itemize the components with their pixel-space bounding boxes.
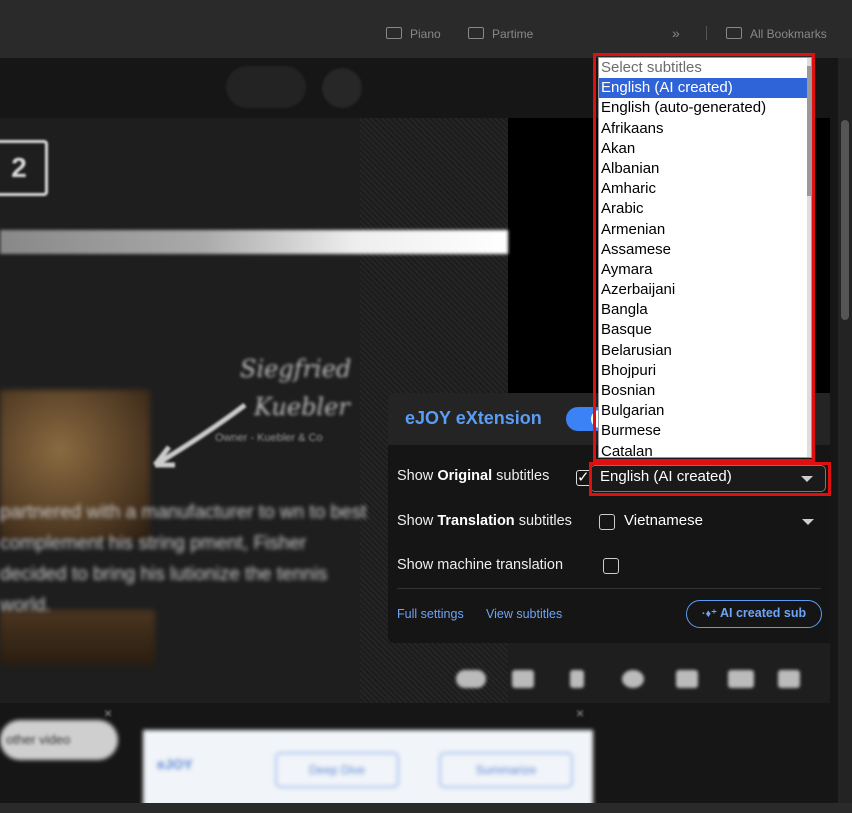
search-button[interactable] [226, 66, 306, 108]
video-caption-text: partnered with a manufacturer to wn to b… [0, 502, 367, 616]
close-icon[interactable]: × [104, 705, 112, 721]
page-scrollbar-thumb[interactable] [841, 120, 849, 320]
theater-icon[interactable] [728, 670, 754, 688]
show-translation-subtitles-label: Show Translation subtitles [397, 513, 572, 529]
full-settings-link[interactable]: Full settings [397, 607, 464, 621]
ejoy-drop-icon[interactable] [570, 670, 584, 688]
summarize-button[interactable]: Summarize [439, 752, 573, 788]
ai-created-sub-button[interactable]: ·♦⁺ AI created sub [686, 600, 822, 628]
blurred-bookmarks [0, 26, 360, 40]
close-icon[interactable]: × [576, 705, 584, 721]
signature-name: Siegfried Kuebler [240, 350, 351, 427]
original-bold: Original [437, 468, 493, 484]
fullscreen-icon[interactable] [778, 670, 800, 688]
number-badge: 2 [0, 140, 48, 196]
ejoy-summary-card: eJOY Deep Dive Summarize [143, 730, 593, 808]
ejoy-card-brand: eJOY [157, 756, 193, 772]
other-video-pill-label: other video [6, 732, 71, 747]
show-original-subtitles-label: Show Original subtitles [397, 468, 549, 484]
show-machine-translation-checkbox[interactable] [603, 558, 619, 574]
signature-last-name: Kuebler [254, 393, 350, 422]
translation-language-select[interactable]: Vietnamese [624, 512, 703, 529]
show-translation-checkbox[interactable] [599, 514, 615, 530]
bookmarks-overflow-button[interactable]: » [672, 25, 680, 41]
bookmark-folder-partime[interactable]: Partime [468, 27, 533, 41]
gear-icon[interactable] [622, 670, 644, 688]
cc-icon[interactable] [512, 670, 534, 688]
translation-prefix: Show [397, 513, 438, 529]
mic-icon[interactable] [322, 68, 362, 108]
show-machine-translation-label: Show machine translation [397, 557, 564, 573]
sparkle-drop-icon: ·♦⁺ [701, 608, 720, 620]
bookmarks-separator [706, 26, 707, 40]
bookmark-folder-piano[interactable]: Piano [386, 27, 441, 41]
chevron-down-icon[interactable] [802, 519, 814, 525]
signature-first-name: Siegfried [240, 355, 352, 383]
translation-suffix: subtitles [514, 513, 572, 529]
ejoy-panel-title: eJOY eXtension [405, 408, 542, 428]
highlight-dropdown-box [593, 53, 815, 462]
highlight-select-box [589, 462, 831, 496]
all-bookmarks-button[interactable]: All Bookmarks [726, 27, 827, 41]
miniplayer-icon[interactable] [676, 670, 698, 688]
deep-dive-button[interactable]: Deep Dive [275, 752, 399, 788]
view-subtitles-link[interactable]: View subtitles [486, 607, 562, 621]
ejoy-panel-divider [397, 588, 821, 589]
arrow-icon [153, 402, 247, 468]
autoplay-toggle-icon[interactable] [456, 670, 486, 688]
bookmarks-bar: Piano Partime » All Bookmarks [0, 0, 852, 59]
video-white-bar [0, 230, 508, 254]
translation-bold: Translation [437, 513, 515, 529]
ai-created-sub-label: AI created sub [720, 606, 807, 620]
footer-strip [0, 803, 852, 813]
original-suffix: subtitles [492, 468, 550, 484]
player-controls [440, 660, 830, 700]
page-scrollbar[interactable] [838, 58, 852, 803]
original-prefix: Show [397, 468, 438, 484]
